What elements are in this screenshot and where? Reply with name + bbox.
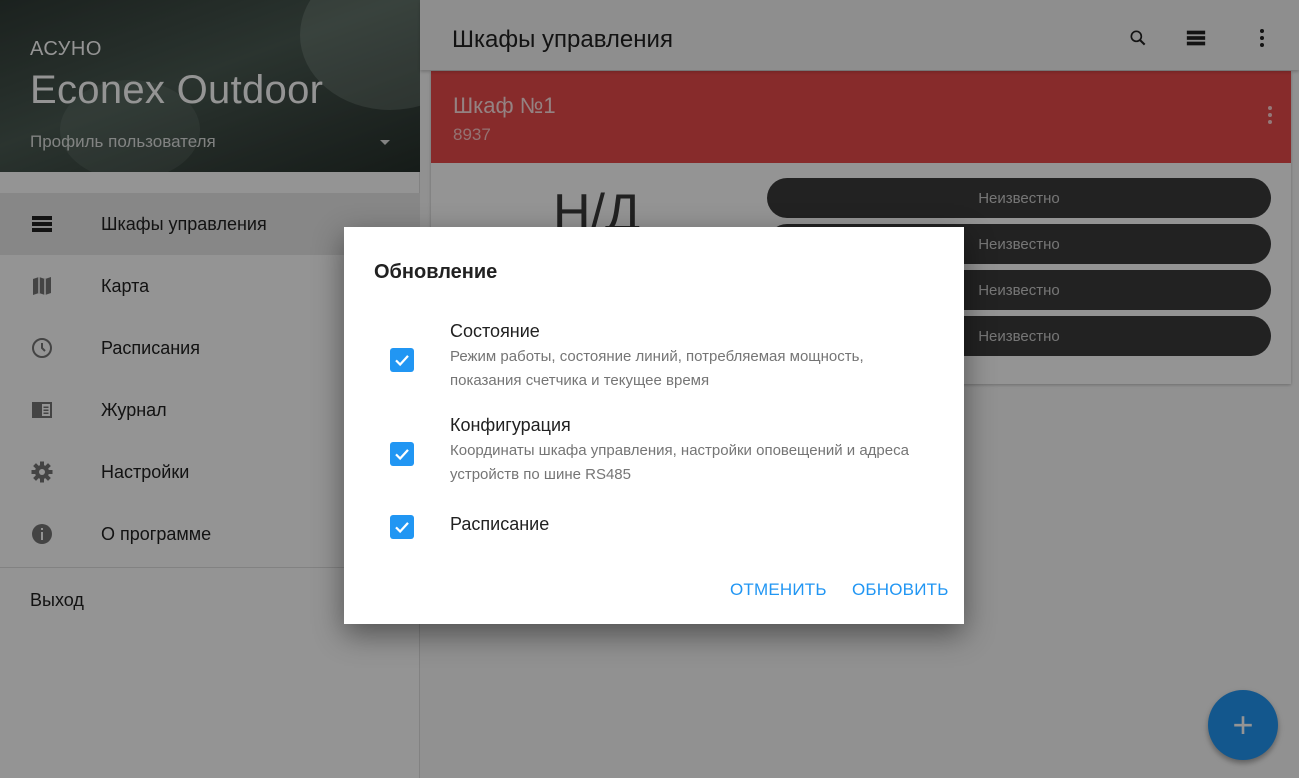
- check-icon: [395, 522, 409, 534]
- option-title: Состояние: [450, 321, 540, 341]
- cancel-button[interactable]: Отменить: [730, 580, 827, 600]
- checkbox-state[interactable]: [390, 348, 414, 372]
- option-description: Режим работы, состояние линий, потребляе…: [450, 348, 864, 389]
- checkbox-schedule[interactable]: [390, 515, 414, 539]
- option-title: Расписание: [450, 514, 550, 534]
- app-window: АСУНО Econex Outdoor Профиль пользовател…: [0, 0, 1299, 778]
- update-button[interactable]: Обновить: [852, 580, 949, 600]
- dialog-title: Обновление: [374, 261, 498, 283]
- check-icon: [395, 355, 409, 367]
- check-icon: [395, 449, 409, 461]
- checkbox-config[interactable]: [390, 442, 414, 466]
- option-title: Конфигурация: [450, 415, 571, 435]
- update-dialog: Обновление Состояние Режим работы, состо…: [344, 227, 964, 624]
- option-description: Координаты шкафа управления, настройки о…: [450, 442, 909, 483]
